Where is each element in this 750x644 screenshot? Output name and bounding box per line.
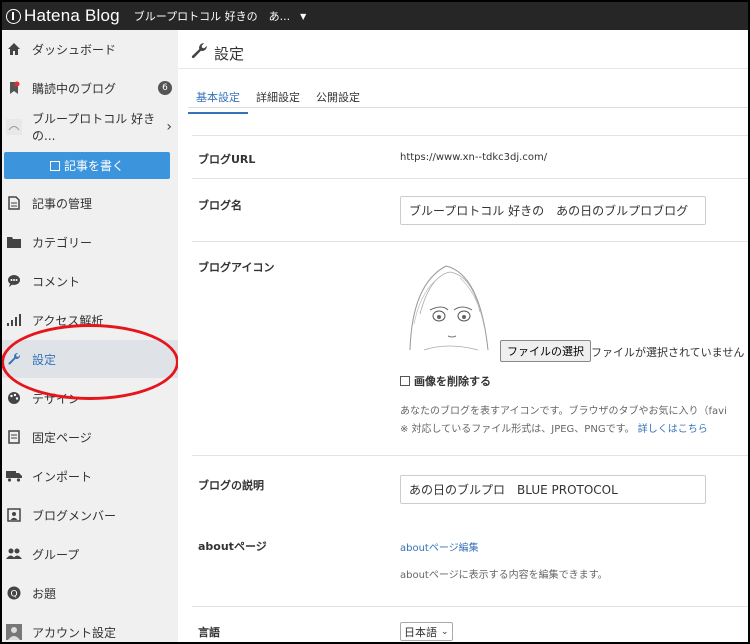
blog-desc-label: ブログの説明 bbox=[198, 479, 264, 492]
sidebar-item-subscriptions[interactable]: 購読中のブログ 6 bbox=[2, 69, 178, 107]
blog-selector-label: ブループロトコル 好きの あ... bbox=[133, 10, 291, 23]
sidebar-item-analytics[interactable]: アクセス解析 bbox=[2, 301, 178, 339]
truck-icon bbox=[6, 468, 22, 484]
divider bbox=[192, 455, 748, 456]
settings-content: 設定 基本設定 詳細設定 公開設定 ブログURL https://www.xn-… bbox=[178, 30, 748, 642]
tab-detail-settings[interactable]: 詳細設定 bbox=[248, 86, 308, 114]
logo-text: Hatena Blog bbox=[24, 6, 120, 25]
sidebar-item-label: ブループロトコル 好きの... bbox=[32, 112, 156, 143]
about-help: aboutページに表示する内容を編集できます。 bbox=[400, 570, 608, 581]
language-select[interactable]: 日本語 ⌄ bbox=[400, 622, 453, 641]
page-title: 設定 bbox=[190, 42, 244, 64]
sidebar-item-articles[interactable]: 記事の管理 bbox=[2, 184, 178, 222]
hatena-logo-icon bbox=[6, 8, 21, 24]
sidebar-item-categories[interactable]: カテゴリー bbox=[2, 223, 178, 261]
sidebar-item-groups[interactable]: グループ bbox=[2, 535, 178, 573]
sidebar-item-dashboard[interactable]: ダッシュボード bbox=[2, 30, 178, 68]
write-article-label: 記事を書く bbox=[63, 159, 124, 173]
sidebar-item-comments[interactable]: コメント bbox=[2, 262, 178, 300]
blog-name-label: ブログ名 bbox=[198, 199, 242, 212]
sidebar-item-label: 設定 bbox=[32, 352, 57, 367]
blog-icon-label: ブログアイコン bbox=[198, 261, 275, 274]
chevron-down-icon: ⌄ bbox=[441, 626, 449, 637]
sidebar-item-label: アカウント設定 bbox=[32, 625, 117, 640]
wrench-icon bbox=[190, 42, 208, 64]
sidebar: ダッシュボード 購読中のブログ 6 ブループロトコル 好きの... › 記事を書… bbox=[2, 30, 178, 642]
sidebar-item-label: デザイン bbox=[32, 391, 81, 406]
about-label: aboutページ bbox=[198, 540, 267, 553]
sidebar-item-design[interactable]: デザイン bbox=[2, 379, 178, 417]
member-icon bbox=[6, 507, 22, 523]
blog-url-label: ブログURL bbox=[198, 153, 256, 166]
sidebar-item-label: ブログメンバー bbox=[32, 508, 117, 523]
sidebar-item-label: グループ bbox=[32, 547, 80, 562]
document-icon bbox=[6, 195, 22, 211]
palette-icon bbox=[6, 390, 22, 406]
browser-frame: Hatena Blog ブループロトコル 好きの あ... ▼ ダッシュボード … bbox=[2, 2, 748, 642]
svg-text:Q: Q bbox=[10, 590, 17, 600]
account-icon bbox=[6, 624, 22, 640]
divider bbox=[192, 606, 748, 607]
sidebar-item-members[interactable]: ブログメンバー bbox=[2, 496, 178, 534]
divider bbox=[192, 178, 748, 179]
blog-selector[interactable]: ブループロトコル 好きの あ... ▼ bbox=[134, 8, 306, 24]
sidebar-item-label: インポート bbox=[32, 469, 93, 484]
settings-tabs: 基本設定 詳細設定 公開設定 bbox=[188, 86, 368, 114]
divider bbox=[188, 107, 748, 108]
bar-chart-icon bbox=[6, 312, 22, 328]
format-note: ※ 対応しているファイル形式は、JPEG、PNGです。 bbox=[400, 424, 635, 435]
sidebar-item-label: お題 bbox=[32, 586, 57, 601]
subscription-count-badge: 6 bbox=[158, 81, 172, 95]
sidebar-item-account[interactable]: アカウント設定 bbox=[2, 613, 178, 642]
blog-name-input[interactable]: ブループロトコル 好きの あの日のブルプロブログ bbox=[400, 196, 706, 225]
divider bbox=[178, 68, 748, 69]
write-article-button[interactable]: 記事を書く bbox=[4, 152, 170, 179]
hatena-logo[interactable]: Hatena Blog bbox=[6, 6, 120, 26]
divider bbox=[192, 135, 748, 136]
caret-down-icon: ▼ bbox=[300, 11, 307, 21]
blog-avatar-icon bbox=[6, 119, 22, 135]
sidebar-item-label: アクセス解析 bbox=[32, 313, 104, 328]
wrench-icon bbox=[6, 351, 22, 367]
sidebar-item-settings[interactable]: 設定 bbox=[2, 340, 178, 378]
sidebar-item-label: ダッシュボード bbox=[32, 42, 117, 57]
delete-image-checkbox[interactable] bbox=[400, 376, 410, 386]
language-label: 言語 bbox=[198, 626, 220, 639]
theme-icon: Q bbox=[6, 585, 22, 601]
bookmark-icon bbox=[6, 80, 22, 96]
folder-icon bbox=[6, 234, 22, 250]
page-icon bbox=[6, 429, 22, 445]
comment-icon bbox=[6, 273, 22, 289]
sidebar-item-blog[interactable]: ブループロトコル 好きの... › bbox=[2, 108, 178, 146]
chevron-right-icon: › bbox=[166, 119, 172, 135]
blog-icon-help: あなたのブログを表すアイコンです。ブラウザのタブやお気に入り（favi bbox=[400, 406, 727, 417]
file-status-text: ファイルが選択されていません bbox=[591, 346, 745, 359]
about-edit-link[interactable]: aboutページ編集 bbox=[400, 539, 479, 554]
sidebar-item-label: カテゴリー bbox=[32, 235, 93, 250]
blog-icon-image bbox=[400, 254, 496, 354]
sidebar-item-label: コメント bbox=[32, 274, 81, 289]
sidebar-item-fixed-pages[interactable]: 固定ページ bbox=[2, 418, 178, 456]
language-value: 日本語 bbox=[404, 625, 437, 639]
sidebar-item-label: 記事の管理 bbox=[32, 196, 93, 211]
page-title-text: 設定 bbox=[214, 44, 245, 63]
home-icon bbox=[6, 41, 22, 57]
sidebar-item-themes[interactable]: Q お題 bbox=[2, 574, 178, 612]
blog-icon-format-help: ※ 対応しているファイル形式は、JPEG、PNGです。 詳しくはこちら bbox=[400, 420, 708, 435]
delete-image-checkbox-row[interactable]: 画像を削除する bbox=[400, 373, 491, 389]
sidebar-item-label: 購読中のブログ bbox=[32, 81, 117, 96]
delete-image-label: 画像を削除する bbox=[414, 375, 491, 388]
blog-desc-input[interactable]: あの日のブルプロ BLUE PROTOCOL bbox=[400, 475, 706, 504]
edit-icon bbox=[49, 160, 60, 171]
tab-publish-settings[interactable]: 公開設定 bbox=[308, 86, 368, 114]
blog-url-value: https://www.xn--tdkc3dj.com/ bbox=[400, 152, 548, 163]
file-select-button[interactable]: ファイルの選択 bbox=[500, 340, 591, 362]
divider bbox=[192, 241, 748, 242]
sidebar-item-label: 固定ページ bbox=[32, 430, 92, 445]
details-link[interactable]: 詳しくはこちら bbox=[638, 424, 708, 435]
group-icon bbox=[6, 546, 22, 562]
sidebar-item-import[interactable]: インポート bbox=[2, 457, 178, 495]
top-bar: Hatena Blog ブループロトコル 好きの あ... ▼ bbox=[2, 2, 748, 30]
tab-basic-settings[interactable]: 基本設定 bbox=[188, 86, 248, 114]
